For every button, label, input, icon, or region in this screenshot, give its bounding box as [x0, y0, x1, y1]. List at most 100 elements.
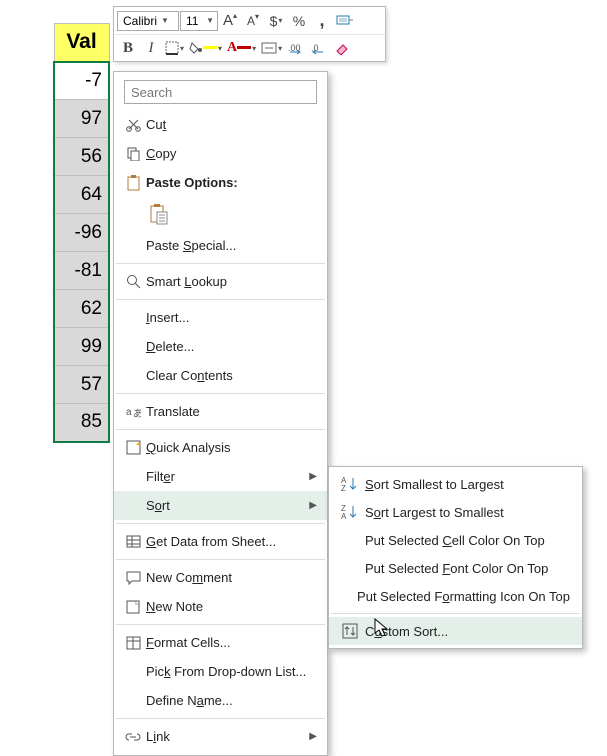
- font-name-value: Calibri: [123, 14, 157, 28]
- clipboard-paste-icon: [149, 203, 169, 225]
- column-header[interactable]: Val: [54, 24, 109, 62]
- chevron-down-icon: ▼: [161, 16, 169, 25]
- borders-button[interactable]: ▾: [163, 37, 186, 59]
- chevron-down-icon: ▼: [206, 16, 214, 25]
- sort-asc-icon: AZ: [335, 476, 365, 492]
- sort-desc-icon: ZA: [335, 504, 365, 520]
- accounting-format-button[interactable]: $▾: [265, 10, 287, 32]
- cell[interactable]: 56: [54, 138, 109, 176]
- cell[interactable]: 62: [54, 290, 109, 328]
- font-color-swatch: [237, 46, 251, 49]
- translate-item[interactable]: aあ Translate: [114, 397, 327, 426]
- sort-font-color-item[interactable]: Put Selected Font Color On Top: [329, 554, 582, 582]
- format-painter-icon: [336, 13, 354, 29]
- quick-analysis-item[interactable]: Quick Analysis: [114, 433, 327, 462]
- merge-icon: [261, 41, 277, 55]
- submenu-arrow-icon: ▶: [309, 500, 317, 511]
- fill-color-icon: [189, 41, 203, 55]
- cell[interactable]: -96: [54, 214, 109, 252]
- separator: [116, 718, 325, 719]
- clear-formats-button[interactable]: [331, 37, 353, 59]
- sort-icon-top-item[interactable]: Put Selected Formatting Icon On Top: [329, 582, 582, 610]
- italic-button[interactable]: I: [140, 37, 162, 59]
- get-data-item[interactable]: Get Data from Sheet...: [114, 527, 327, 556]
- decrease-font-button[interactable]: A▾: [242, 10, 264, 32]
- fill-color-button[interactable]: ▾: [187, 37, 224, 59]
- sort-cell-color-item[interactable]: Put Selected Cell Color On Top: [329, 526, 582, 554]
- delete-item[interactable]: Delete...: [114, 332, 327, 361]
- cell[interactable]: -7: [54, 62, 109, 100]
- cell[interactable]: 85: [54, 404, 109, 442]
- link-icon: [120, 731, 146, 743]
- bold-button[interactable]: B: [117, 37, 139, 59]
- search-placeholder: Search: [131, 85, 172, 100]
- increase-font-button[interactable]: A▴: [219, 10, 241, 32]
- sort-largest-item[interactable]: ZA Sort Largest to Smallest: [329, 498, 582, 526]
- comma-format-button[interactable]: ,: [311, 10, 333, 32]
- copy-item[interactable]: Copy: [114, 139, 327, 168]
- paste-options-row: [114, 197, 327, 231]
- context-menu: Search Cut Copy Paste Options:: [113, 71, 328, 756]
- cut-item[interactable]: Cut: [114, 110, 327, 139]
- filter-item[interactable]: Filter ▶: [114, 462, 327, 491]
- new-note-item[interactable]: New Note: [114, 592, 327, 621]
- separator: [116, 624, 325, 625]
- sort-submenu: AZ Sort Smallest to Largest ZA Sort Larg…: [328, 466, 583, 649]
- define-name-item[interactable]: Define Name...: [114, 686, 327, 715]
- separator: [116, 559, 325, 560]
- svg-text:Z: Z: [341, 484, 346, 492]
- custom-sort-item[interactable]: Custom Sort...: [329, 617, 582, 645]
- separator: [116, 429, 325, 430]
- link-item[interactable]: Link ▶: [114, 722, 327, 751]
- format-painter-button[interactable]: [334, 10, 356, 32]
- svg-text:A: A: [341, 512, 347, 520]
- paste-default-button[interactable]: [146, 203, 172, 225]
- paste-icon: [120, 175, 146, 191]
- borders-icon: [165, 41, 179, 55]
- table-icon: [120, 535, 146, 548]
- mini-toolbar: Calibri ▼ 11 ▼ A▴ A▾ $▾ % ,: [113, 6, 386, 62]
- separator: [116, 263, 325, 264]
- paste-special-item[interactable]: Paste Special...: [114, 231, 327, 260]
- pick-list-item[interactable]: Pick From Drop-down List...: [114, 657, 327, 686]
- eraser-icon: [334, 41, 350, 55]
- svg-text:あ: あ: [133, 408, 141, 419]
- cell[interactable]: 57: [54, 366, 109, 404]
- separator: [331, 613, 580, 614]
- spreadsheet-column: Val -7 97 56 64 -96 -81 62 99 57 85: [53, 23, 110, 443]
- copy-icon: [120, 146, 146, 161]
- sort-smallest-item[interactable]: AZ Sort Smallest to Largest: [329, 470, 582, 498]
- paste-options-label: Paste Options:: [114, 168, 327, 197]
- increase-decimal-button[interactable]: .00: [285, 37, 307, 59]
- submenu-arrow-icon: ▶: [309, 731, 317, 742]
- sort-item[interactable]: Sort ▶: [114, 491, 327, 520]
- decrease-decimal-icon: .0: [311, 41, 327, 55]
- decrease-decimal-button[interactable]: .0: [308, 37, 330, 59]
- cell[interactable]: 64: [54, 176, 109, 214]
- clear-contents-item[interactable]: Clear Contents: [114, 361, 327, 390]
- insert-item[interactable]: Insert...: [114, 303, 327, 332]
- new-comment-item[interactable]: New Comment: [114, 563, 327, 592]
- cell[interactable]: 99: [54, 328, 109, 366]
- font-name-combo[interactable]: Calibri ▼: [117, 11, 179, 31]
- svg-text:a: a: [126, 407, 132, 418]
- smart-lookup-item[interactable]: Smart Lookup: [114, 267, 327, 296]
- font-size-combo[interactable]: 11 ▼: [180, 11, 218, 31]
- format-cells-item[interactable]: Format Cells...: [114, 628, 327, 657]
- menu-search-input[interactable]: Search: [124, 80, 317, 104]
- font-size-value: 11: [186, 14, 198, 28]
- separator: [116, 299, 325, 300]
- separator: [116, 393, 325, 394]
- cell[interactable]: 97: [54, 100, 109, 138]
- comment-icon: [120, 571, 146, 585]
- merge-center-button[interactable]: ▾: [259, 37, 284, 59]
- percent-format-button[interactable]: %: [288, 10, 310, 32]
- cut-icon: [120, 117, 146, 132]
- custom-sort-icon: [335, 623, 365, 639]
- submenu-arrow-icon: ▶: [309, 471, 317, 482]
- increase-decimal-icon: .00: [288, 41, 304, 55]
- cell[interactable]: -81: [54, 252, 109, 290]
- format-cells-icon: [120, 636, 146, 650]
- translate-icon: aあ: [120, 404, 146, 419]
- font-color-button[interactable]: A ▾: [225, 37, 258, 59]
